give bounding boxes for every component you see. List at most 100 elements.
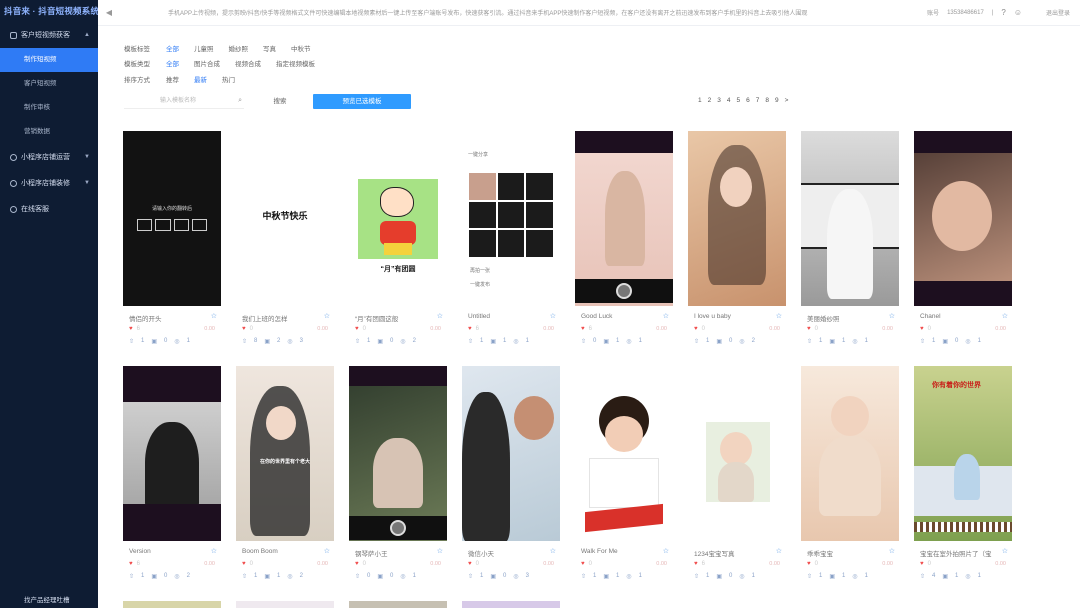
template-price: 0.00 <box>656 326 667 332</box>
template-stats: ⇧ 1 ▣ 0 ◎ 3 <box>468 573 529 580</box>
star-icon[interactable]: ☆ <box>437 312 443 320</box>
menu-collapse-icon[interactable]: ◀ <box>102 8 116 17</box>
template-card[interactable]: 1234宝宝写真 ☆ ♥ 6 0.00 ⇧ 1 ▣ 0 ◎ 1 <box>688 366 786 586</box>
sidebar-item-review[interactable]: 制作审核 <box>0 96 98 120</box>
template-thumbnail[interactable]: 一键分享 再拍一张 一键发布 <box>462 131 560 306</box>
filter-type: 模板类型 全部 图片合成 视频合成 指定视频模板 <box>124 58 330 68</box>
page-link[interactable]: 3 <box>717 97 721 104</box>
template-card[interactable]: 钢琴萨小王 ☆ ♥ 0 0.00 ⇧ 0 ▣ 0 ◎ 1 <box>349 366 447 586</box>
user-icon[interactable]: ☺ <box>1014 8 1022 17</box>
template-thumbnail[interactable] <box>801 131 899 306</box>
next-page-button[interactable]: > <box>785 97 789 104</box>
star-icon[interactable]: ☆ <box>889 312 895 320</box>
filter-option[interactable]: 热门 <box>222 74 235 84</box>
template-thumbnail[interactable] <box>688 366 786 541</box>
star-icon[interactable]: ☆ <box>211 547 217 555</box>
star-icon[interactable]: ☆ <box>776 547 782 555</box>
template-thumbnail[interactable] <box>914 131 1012 306</box>
nav-group-shop-decor[interactable]: 小程序店铺装修 ▼ <box>0 170 98 196</box>
page-link[interactable]: 1 <box>698 97 702 104</box>
template-card[interactable]: 乖乖宝宝 ☆ ♥ 0 0.00 ⇧ 1 ▣ 1 ◎ 1 <box>801 366 899 586</box>
star-icon[interactable]: ☆ <box>550 547 556 555</box>
filter-option[interactable]: 写真 <box>263 43 276 53</box>
search-input[interactable]: 输入模板名称 ⌕ <box>124 93 244 109</box>
star-icon[interactable]: ☆ <box>776 312 782 320</box>
template-card[interactable]: 在你的世界里有个老大 Boom Boom ☆ ♥ 0 0.00 ⇧ 1 ▣ 1 ◎ 2 <box>236 366 334 586</box>
template-card[interactable]: 请输入你的翻转后 情侣的开头 ☆ ♥ 6 0.00 ⇧ 1 ▣ 0 ◎ 1 <box>123 131 221 351</box>
page-link[interactable]: 5 <box>737 97 741 104</box>
page-link[interactable]: 9 <box>775 97 779 104</box>
page-link[interactable]: 2 <box>708 97 712 104</box>
use-icon: ⇧ <box>581 574 587 580</box>
template-thumbnail[interactable] <box>575 131 673 306</box>
page-link[interactable]: 7 <box>756 97 760 104</box>
template-thumbnail[interactable] <box>688 131 786 306</box>
template-card[interactable] <box>349 601 447 608</box>
feedback-link[interactable]: 找产品经理吐槽 <box>24 594 70 604</box>
template-thumbnail[interactable] <box>123 366 221 541</box>
page-link[interactable]: 8 <box>765 97 769 104</box>
template-card[interactable]: 一键分享 再拍一张 一键发布 Untitled ☆ ♥ 6 0.00 ⇧ 1 ▣ 1 ◎ 1 <box>462 131 560 351</box>
template-thumbnail[interactable]: 中秋节快乐 <box>236 131 334 306</box>
template-card[interactable]: Chanel ☆ ♥ 0 0.00 ⇧ 1 ▣ 0 ◎ 1 <box>914 131 1012 351</box>
template-card[interactable]: 你有着你的世界 宝宝在室外拍照片了（宝宝 ☆ ♥ 0 0.00 ⇧ 4 ▣ 1 ◎ 1 <box>914 366 1012 586</box>
template-thumbnail[interactable] <box>801 366 899 541</box>
search-button[interactable]: 搜索 <box>258 94 302 109</box>
star-icon[interactable]: ☆ <box>550 312 556 320</box>
template-card[interactable]: Version ☆ ♥ 6 0.00 ⇧ 1 ▣ 0 ◎ 2 <box>123 366 221 586</box>
search-icon[interactable]: ⌕ <box>238 93 242 109</box>
sidebar-item-make-video[interactable]: 制作短视频 <box>0 48 98 72</box>
filter-option[interactable]: 儿童照 <box>194 43 214 53</box>
help-icon[interactable]: ? <box>1001 8 1005 17</box>
nav-group-online-service[interactable]: 在线客服 <box>0 196 98 222</box>
filter-option[interactable]: 视频合成 <box>235 58 261 68</box>
star-icon[interactable]: ☆ <box>324 547 330 555</box>
template-card[interactable]: 中秋节快乐 我们上班的怎样 ☆ ♥ 0 0.00 ⇧ 8 ▣ 2 ◎ 3 <box>236 131 334 351</box>
filter-option[interactable]: 中秋节 <box>291 43 311 53</box>
star-icon[interactable]: ☆ <box>889 547 895 555</box>
template-card[interactable]: 美丽婚纱照 ☆ ♥ 0 0.00 ⇧ 1 ▣ 1 ◎ 1 <box>801 131 899 351</box>
template-thumbnail[interactable] <box>462 366 560 541</box>
template-card[interactable]: I love u baby ☆ ♥ 0 0.00 ⇧ 1 ▣ 0 ◎ 2 <box>688 131 786 351</box>
filter-option[interactable]: 全部 <box>166 43 179 53</box>
template-card[interactable] <box>236 601 334 608</box>
template-card[interactable]: Walk For Me ☆ ♥ 0 0.00 ⇧ 1 ▣ 1 ◎ 1 <box>575 366 673 586</box>
filter-option[interactable]: 图片合成 <box>194 58 220 68</box>
page-link[interactable]: 6 <box>746 97 750 104</box>
star-icon[interactable]: ☆ <box>1002 312 1008 320</box>
heart-icon: ♥ <box>581 561 585 567</box>
preview-selected-button[interactable]: 预览已选模板 <box>313 94 411 109</box>
template-thumbnail[interactable]: 请输入你的翻转后 <box>123 131 221 306</box>
star-icon[interactable]: ☆ <box>324 312 330 320</box>
template-thumbnail[interactable] <box>349 366 447 541</box>
star-icon[interactable]: ☆ <box>1002 547 1008 555</box>
sidebar-item-marketing-data[interactable]: 营销数据 <box>0 120 98 144</box>
template-thumbnail[interactable]: 在你的世界里有个老大 <box>236 366 334 541</box>
star-icon[interactable]: ☆ <box>437 547 443 555</box>
sidebar-item-customer-video[interactable]: 客户短视频 <box>0 72 98 96</box>
filter-option[interactable]: 婚纱照 <box>229 43 249 53</box>
template-thumbnail[interactable]: “月”有团圆 <box>349 131 447 306</box>
page-link[interactable]: 4 <box>727 97 731 104</box>
template-card[interactable]: “月”有团圆 “月”有团圆这般 ☆ ♥ 0 0.00 ⇧ 1 ▣ 0 ◎ 2 <box>349 131 447 351</box>
template-thumbnail[interactable]: 你有着你的世界 <box>914 366 1012 541</box>
filter-option[interactable]: 推荐 <box>166 74 179 84</box>
template-card[interactable]: 微信小天 ☆ ♥ 0 0.00 ⇧ 1 ▣ 0 ◎ 3 <box>462 366 560 586</box>
template-card[interactable] <box>462 601 560 608</box>
view-icon: ◎ <box>739 339 745 345</box>
filter-option[interactable]: 全部 <box>166 58 179 68</box>
template-price: 0.00 <box>656 561 667 567</box>
template-thumbnail[interactable] <box>575 366 673 541</box>
star-icon[interactable]: ☆ <box>663 547 669 555</box>
filter-option[interactable]: 最新 <box>194 74 207 84</box>
template-card[interactable] <box>123 601 221 608</box>
template-card[interactable]: Good Luck ☆ ♥ 6 0.00 ⇧ 0 ▣ 1 ◎ 1 <box>575 131 673 351</box>
template-price: 0.00 <box>995 326 1006 332</box>
nav-group-shop-ops[interactable]: 小程序店铺运营 ▼ <box>0 144 98 170</box>
star-icon[interactable]: ☆ <box>663 312 669 320</box>
nav-group-video-acquire[interactable]: 客户短视频获客 ▲ <box>0 22 98 48</box>
filter-option[interactable]: 指定视频模板 <box>276 58 315 68</box>
logout-link[interactable]: 退出登录 <box>1046 8 1070 17</box>
star-icon[interactable]: ☆ <box>211 312 217 320</box>
share-icon: ▣ <box>829 574 836 580</box>
